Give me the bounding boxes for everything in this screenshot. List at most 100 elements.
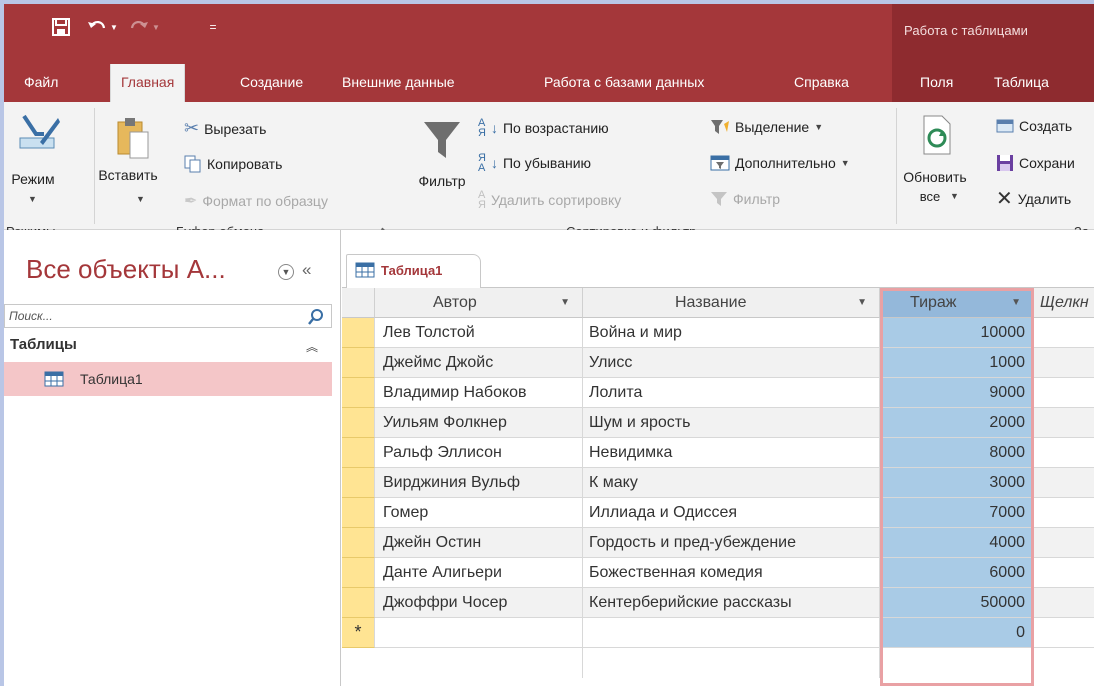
cell-author[interactable]: Лев Толстой [375, 318, 583, 348]
cell-add-field[interactable] [1034, 348, 1094, 378]
tab-table[interactable]: Таблица [994, 64, 1049, 102]
cell-title[interactable] [583, 618, 880, 648]
cell-title[interactable]: Улисс [583, 348, 880, 378]
record-selector[interactable] [342, 318, 375, 348]
cell-title[interactable]: Лолита [583, 378, 880, 408]
column-header-title[interactable]: Название ▼ [583, 288, 880, 318]
refresh-all-button[interactable]: Обновить все ▼ [902, 108, 968, 216]
sort-ascending-button[interactable]: АЯ ↓ По возрастанию [478, 118, 609, 139]
collapse-pane-icon[interactable]: « [302, 260, 311, 280]
undo-icon[interactable]: ▼ [84, 14, 120, 40]
column-header-tirazh[interactable]: Тираж ▼ [880, 288, 1034, 318]
column-header-author[interactable]: Автор ▼ [375, 288, 583, 318]
cell-title[interactable]: К маку [583, 468, 880, 498]
tab-fields[interactable]: Поля [920, 64, 953, 102]
tab-home[interactable]: Главная [110, 64, 186, 102]
record-selector[interactable] [342, 498, 375, 528]
cell-add-field[interactable] [1034, 318, 1094, 348]
toggle-filter-button[interactable]: Фильтр [710, 190, 780, 208]
search-icon[interactable] [307, 308, 325, 326]
record-selector[interactable] [342, 438, 375, 468]
view-button[interactable]: Режим ▼ [8, 108, 68, 212]
chevron-down-icon[interactable]: ▼ [278, 264, 294, 280]
cell-author[interactable]: Данте Алигьери [375, 558, 583, 588]
sort-descending-button[interactable]: ЯА ↓ По убыванию [478, 153, 591, 174]
cell-add-field[interactable] [1034, 468, 1094, 498]
cell-title[interactable]: Кентерберийские рассказы [583, 588, 880, 618]
cell-author[interactable]: Ральф Эллисон [375, 438, 583, 468]
cell-title[interactable]: Невидимка [583, 438, 880, 468]
record-selector[interactable] [342, 588, 375, 618]
new-record-marker[interactable]: * [342, 618, 375, 648]
tab-help[interactable]: Справка [794, 64, 849, 102]
cut-button[interactable]: ✂ Вырезать [184, 118, 266, 139]
search-input[interactable] [9, 307, 299, 325]
cell-title[interactable]: Божественная комедия [583, 558, 880, 588]
record-selector[interactable] [342, 408, 375, 438]
cell-add-field[interactable] [1034, 378, 1094, 408]
cell-title[interactable]: Шум и ярость [583, 408, 880, 438]
cell-add-field[interactable] [1034, 498, 1094, 528]
cell-add-field[interactable] [1034, 408, 1094, 438]
copy-button[interactable]: Копировать [184, 155, 282, 173]
cell-author[interactable]: Уильям Фолкнер [375, 408, 583, 438]
tab-external-data[interactable]: Внешние данные [342, 64, 455, 102]
cell-tirazh[interactable]: 2000 [880, 408, 1034, 438]
cell-tirazh[interactable]: 8000 [880, 438, 1034, 468]
redo-icon[interactable]: ▼ [126, 14, 162, 40]
cell-title[interactable]: Иллиада и Одиссея [583, 498, 880, 528]
save-record-button[interactable]: Сохрани [996, 154, 1075, 172]
cell-author[interactable]: Владимир Набоков [375, 378, 583, 408]
record-selector[interactable] [342, 378, 375, 408]
record-selector[interactable] [342, 528, 375, 558]
format-painter-button[interactable]: ✒ Формат по образцу [184, 191, 328, 211]
cell-author[interactable]: Джеймс Джойс [375, 348, 583, 378]
nav-group-tables[interactable]: Таблицы ︽ [4, 332, 332, 358]
nav-item-table1[interactable]: Таблица1 [4, 362, 332, 396]
column-header-add-field[interactable]: Щелкн [1034, 288, 1094, 318]
tab-create[interactable]: Создание [240, 64, 303, 102]
select-all-corner[interactable] [342, 288, 375, 318]
cell-author[interactable]: Джоффри Чосер [375, 588, 583, 618]
save-icon[interactable] [48, 14, 74, 40]
cell-add-field[interactable] [1034, 438, 1094, 468]
cell-tirazh[interactable]: 1000 [880, 348, 1034, 378]
cell-tirazh[interactable]: 7000 [880, 498, 1034, 528]
cell-add-field[interactable] [1034, 558, 1094, 588]
cell-author[interactable] [375, 618, 583, 648]
cell-tirazh[interactable]: 0 [880, 618, 1034, 648]
nav-pane-title[interactable]: Все объекты А... [26, 254, 226, 285]
filter-button[interactable]: Фильтр [410, 108, 474, 212]
cell-author[interactable]: Вирджиния Вульф [375, 468, 583, 498]
chevron-down-icon[interactable]: ▼ [560, 288, 570, 317]
selection-filter-button[interactable]: Выделение ▼ [710, 118, 823, 136]
paste-button[interactable]: Вставить ▼ [98, 108, 164, 212]
cell-author[interactable]: Гомер [375, 498, 583, 528]
cell-title[interactable]: Война и мир [583, 318, 880, 348]
cell-add-field[interactable] [1034, 618, 1094, 648]
chevron-down-icon[interactable]: ▼ [857, 288, 867, 317]
record-selector[interactable] [342, 558, 375, 588]
cell-tirazh[interactable]: 4000 [880, 528, 1034, 558]
cell-author[interactable]: Джейн Остин [375, 528, 583, 558]
cell-add-field[interactable] [1034, 588, 1094, 618]
cell-tirazh[interactable]: 50000 [880, 588, 1034, 618]
delete-record-button[interactable]: ✕ Удалить [996, 189, 1071, 209]
customize-toolbar-button[interactable]: = [204, 14, 222, 40]
chevron-down-icon[interactable]: ▼ [1011, 288, 1021, 317]
cell-add-field[interactable] [1034, 528, 1094, 558]
clipboard-icon [117, 118, 149, 159]
cell-tirazh[interactable]: 10000 [880, 318, 1034, 348]
record-selector[interactable] [342, 348, 375, 378]
new-record-button[interactable]: Создать [996, 118, 1072, 134]
cell-title[interactable]: Гордость и пред-убеждение [583, 528, 880, 558]
record-selector[interactable] [342, 468, 375, 498]
remove-sort-button[interactable]: АЯ Удалить сортировку [478, 190, 621, 211]
cell-tirazh[interactable]: 3000 [880, 468, 1034, 498]
document-tab-table1[interactable]: Таблица1 [346, 254, 481, 289]
cell-tirazh[interactable]: 6000 [880, 558, 1034, 588]
tab-file[interactable]: Файл [24, 64, 58, 102]
tab-database-tools[interactable]: Работа с базами данных [544, 64, 704, 102]
advanced-filter-button[interactable]: Дополнительно ▼ [710, 154, 850, 172]
cell-tirazh[interactable]: 9000 [880, 378, 1034, 408]
